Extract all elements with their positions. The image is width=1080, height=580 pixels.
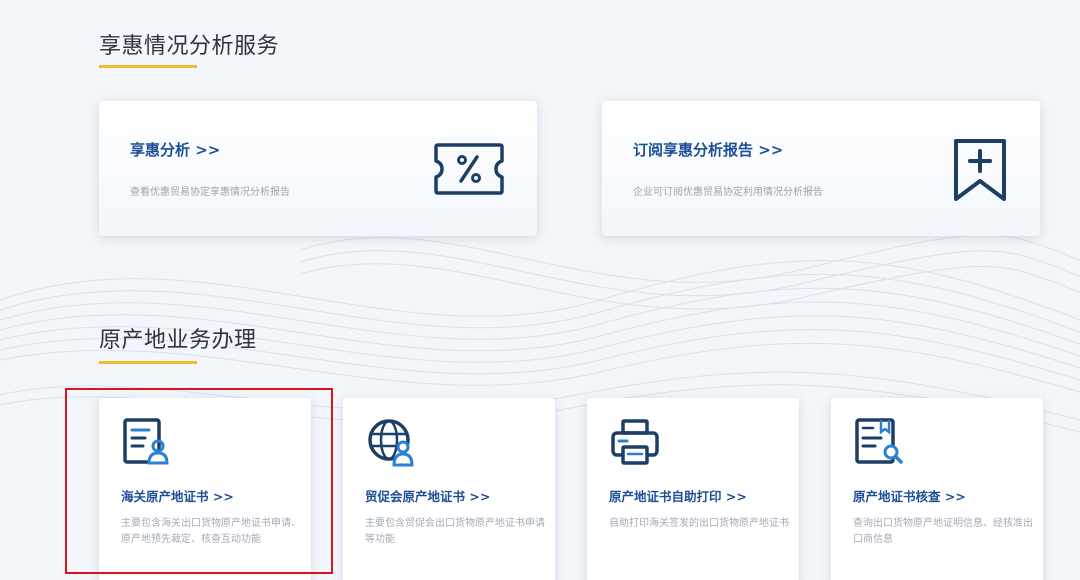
card-link-label[interactable]: 贸促会原产地证书 >> — [365, 486, 490, 505]
printer-icon — [611, 419, 659, 465]
card-preference-analysis[interactable]: 享惠分析 >> 查看优惠贸易协定享惠情况分析报告 — [99, 101, 537, 236]
card-ccpit-origin-certificate[interactable]: 贸促会原产地证书 >> 主要包含贸促会出口货物原产地证书申请等功能 — [343, 398, 555, 580]
card-description: 查看优惠贸易协定享惠情况分析报告 — [130, 187, 290, 198]
bookmark-plus-icon — [954, 139, 1006, 201]
globe-person-icon — [368, 419, 414, 467]
section-title-origin-business: 原产地业务办理 — [99, 328, 257, 353]
percent-ticket-icon — [434, 143, 504, 195]
card-description: 主要包含贸促会出口货物原产地证书申请等功能 — [365, 518, 545, 545]
section-title-underline — [99, 361, 197, 364]
card-description: 企业可订阅优惠贸易协定利用情况分析报告 — [633, 187, 823, 198]
card-link-label[interactable]: 享惠分析 >> — [130, 139, 220, 160]
card-link-label[interactable]: 订阅享惠分析报告 >> — [633, 139, 783, 160]
card-link-label[interactable]: 原产地证书自助打印 >> — [609, 486, 747, 505]
card-origin-certificate-self-print[interactable]: 原产地证书自助打印 >> 自助打印海关签发的出口货物原产地证书 — [587, 398, 799, 580]
card-description: 查询出口货物原产地证明信息、经核准出口商信息 — [853, 518, 1033, 545]
card-description: 自助打印海关签发的出口货物原产地证书 — [609, 518, 789, 529]
certificate-search-icon — [855, 418, 903, 464]
highlight-annotation-box — [65, 388, 333, 574]
card-subscribe-analysis-report[interactable]: 订阅享惠分析报告 >> 企业可订阅优惠贸易协定利用情况分析报告 — [602, 101, 1040, 236]
card-link-label[interactable]: 原产地证书核查 >> — [853, 486, 966, 505]
card-origin-certificate-verification[interactable]: 原产地证书核查 >> 查询出口货物原产地证明信息、经核准出口商信息 — [831, 398, 1043, 580]
section-title-preference-analysis: 享惠情况分析服务 — [99, 34, 280, 59]
section-title-underline — [99, 65, 197, 68]
